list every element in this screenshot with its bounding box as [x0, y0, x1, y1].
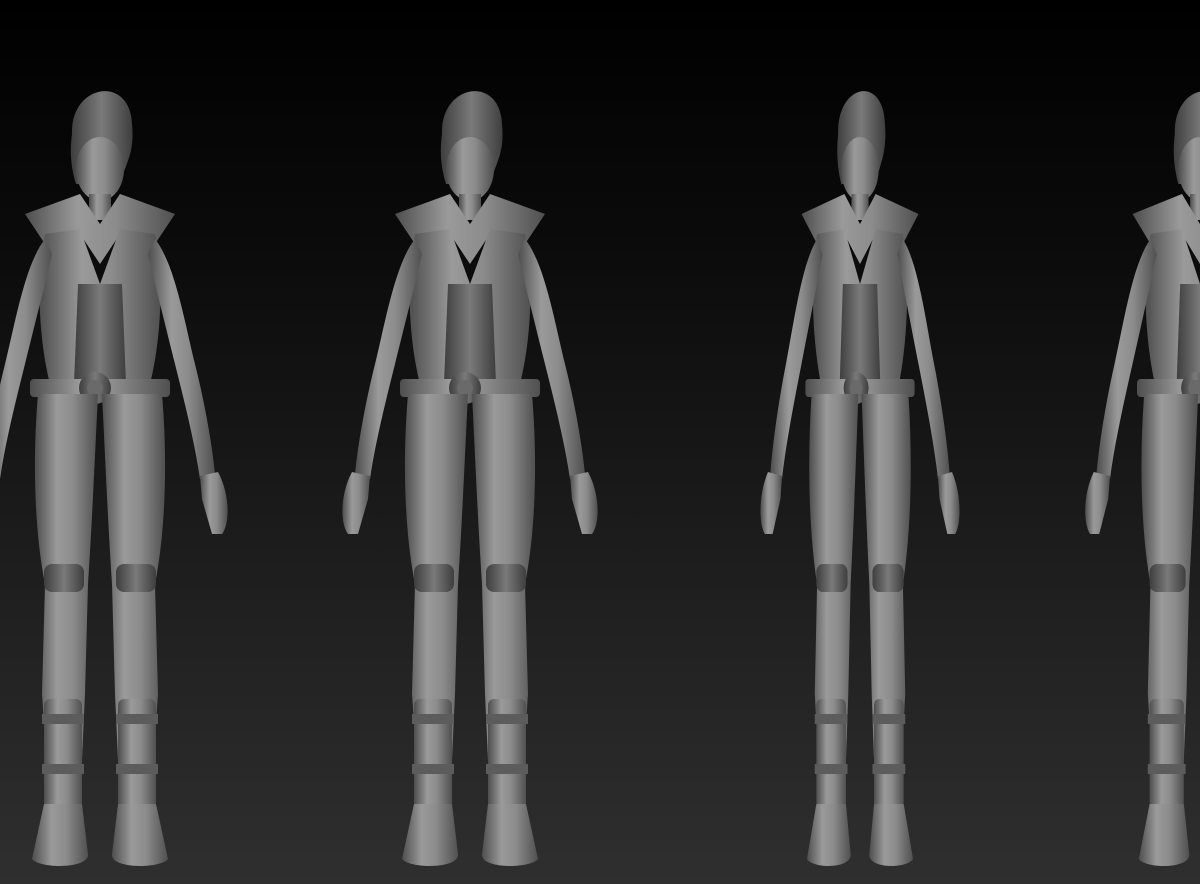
sculpt-figure-front-three-quarter — [0, 91, 228, 866]
sculpt-figure-side — [760, 91, 960, 866]
sculpt-viewport[interactable] — [0, 0, 1200, 884]
sculpt-figure-front — [342, 91, 598, 866]
sculpt-figure-back-three-quarter — [1085, 91, 1200, 866]
